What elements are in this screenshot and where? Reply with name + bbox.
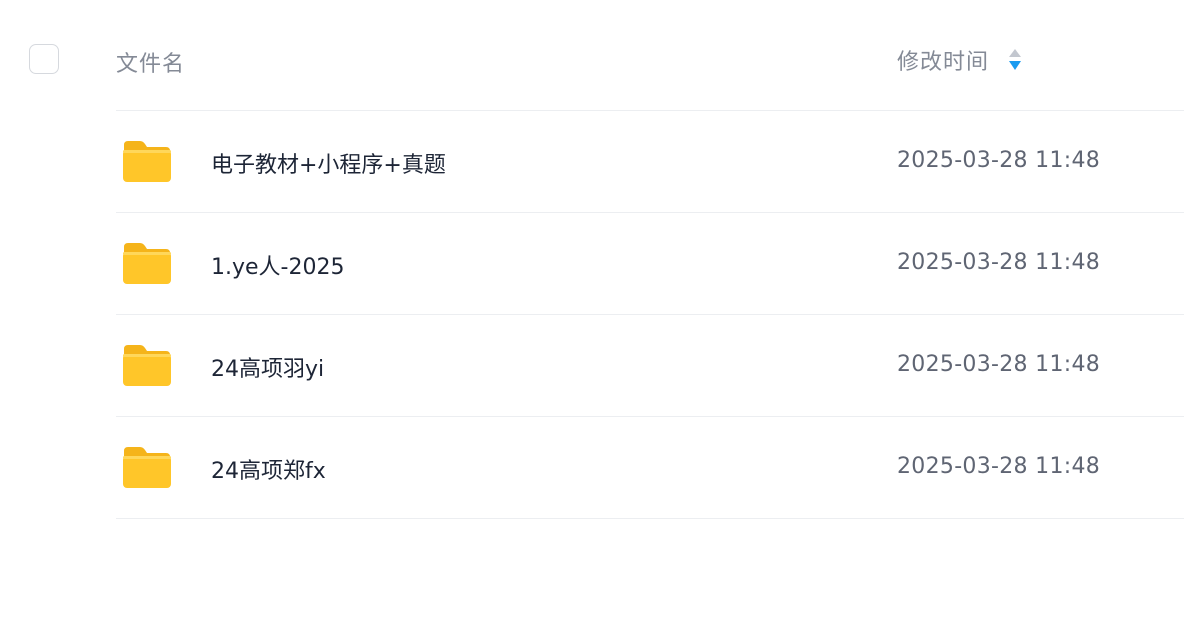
list-header: 文件名 修改时间 — [116, 10, 1184, 111]
file-name[interactable]: 1.ye人-2025 — [211, 249, 344, 281]
column-header-modified-time[interactable]: 修改时间 — [897, 44, 1023, 76]
file-modified-time: 2025-03-28 11:48 — [897, 250, 1101, 275]
column-header-name[interactable]: 文件名 — [116, 46, 185, 78]
file-name[interactable]: 电子教材+小程序+真题 — [211, 147, 446, 179]
file-row[interactable]: 24高项羽yi 2025-03-28 11:48 — [116, 315, 1184, 417]
file-row[interactable]: 电子教材+小程序+真题 2025-03-28 11:48 — [116, 111, 1184, 213]
file-modified-time: 2025-03-28 11:48 — [897, 352, 1101, 377]
file-modified-time: 2025-03-28 11:48 — [897, 454, 1101, 479]
column-header-modified-time-label: 修改时间 — [897, 50, 990, 75]
file-list: 文件名 修改时间 电子教材+小程序+真题 2025-03-28 11:48 1.… — [116, 10, 1184, 519]
folder-icon — [123, 141, 171, 182]
select-all-checkbox[interactable] — [29, 44, 59, 74]
sort-descending-icon[interactable] — [1007, 46, 1023, 74]
file-row[interactable]: 24高项郑fx 2025-03-28 11:48 — [116, 417, 1184, 519]
folder-icon — [123, 447, 171, 488]
file-name[interactable]: 24高项羽yi — [211, 351, 324, 383]
file-modified-time: 2025-03-28 11:48 — [897, 148, 1101, 173]
folder-icon — [123, 243, 171, 284]
file-name[interactable]: 24高项郑fx — [211, 453, 326, 485]
folder-icon — [123, 345, 171, 386]
file-row[interactable]: 1.ye人-2025 2025-03-28 11:48 — [116, 213, 1184, 315]
